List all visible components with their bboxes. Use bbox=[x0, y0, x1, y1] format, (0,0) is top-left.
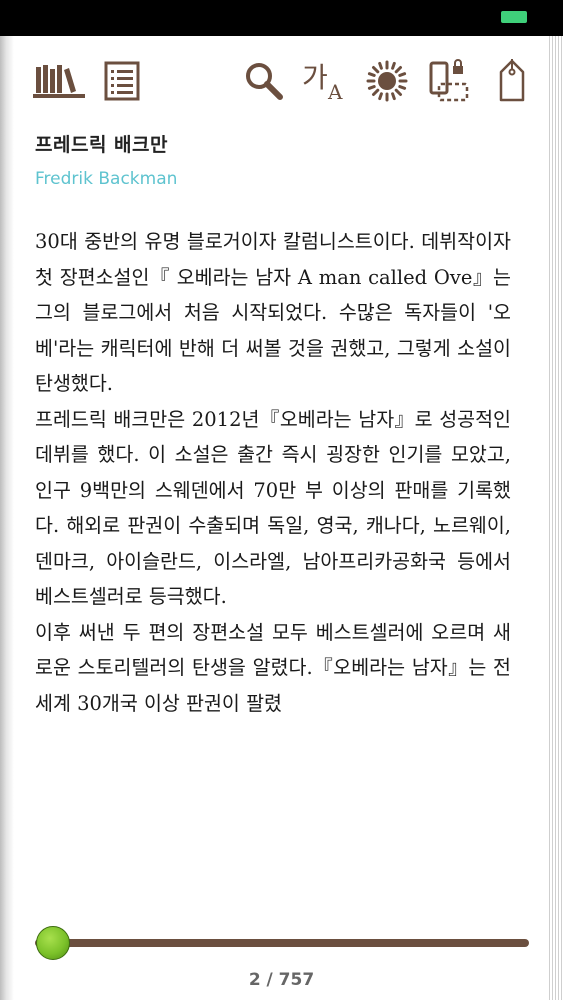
paragraph: 프레드릭 배크만은 2012년『오베라는 남자』로 성공적인 데뷔를 했다. 이… bbox=[35, 407, 511, 609]
book-text[interactable]: 30대 중반의 유명 블로거이자 칼럼니스트이다. 데뷔작이자 첫 장편소설인『… bbox=[35, 224, 511, 721]
reader-toolbar: 가 A bbox=[30, 56, 535, 106]
brightness-icon bbox=[366, 60, 408, 102]
slider-thumb[interactable] bbox=[36, 926, 71, 960]
page-slider[interactable] bbox=[35, 926, 529, 962]
paragraph: 30대 중반의 유명 블로거이자 칼럼니스트이다. 데뷔작이자 첫 장편소설인『… bbox=[35, 230, 511, 395]
bookmark-button[interactable] bbox=[492, 56, 532, 106]
reader-page[interactable]: 가 A 프레드릭 배크만 Fredrik Backman 30대 중반의 유명 … bbox=[0, 36, 563, 1000]
svg-text:가: 가 bbox=[302, 61, 328, 94]
library-button[interactable] bbox=[32, 56, 86, 106]
brightness-button[interactable] bbox=[364, 56, 410, 106]
svg-text:A: A bbox=[327, 80, 343, 103]
status-bar bbox=[0, 0, 563, 36]
orientation-lock-button[interactable] bbox=[426, 56, 472, 106]
library-icon bbox=[33, 65, 85, 98]
author-name-english: Fredrik Backman bbox=[35, 169, 178, 189]
author-name-korean: 프레드릭 배크만 bbox=[35, 134, 168, 156]
battery-icon bbox=[501, 11, 527, 23]
toc-button[interactable] bbox=[100, 56, 144, 106]
page-number: 2 / 757 bbox=[248, 970, 315, 990]
page-curl-shadow bbox=[0, 36, 14, 1000]
page-edges bbox=[547, 36, 563, 1000]
search-button[interactable] bbox=[242, 56, 286, 106]
bookmark-icon bbox=[499, 59, 525, 102]
search-icon bbox=[246, 63, 283, 100]
font-size-icon: 가 A bbox=[302, 61, 343, 103]
slider-track[interactable] bbox=[35, 939, 529, 947]
toc-icon bbox=[104, 61, 140, 101]
orientation-lock-icon bbox=[429, 59, 469, 102]
paragraph: 이후 써낸 두 편의 장편소설 모두 베스트셀러에 오르며 새로운 스토리텔러의… bbox=[35, 620, 511, 715]
font-size-button[interactable]: 가 A bbox=[300, 56, 350, 106]
